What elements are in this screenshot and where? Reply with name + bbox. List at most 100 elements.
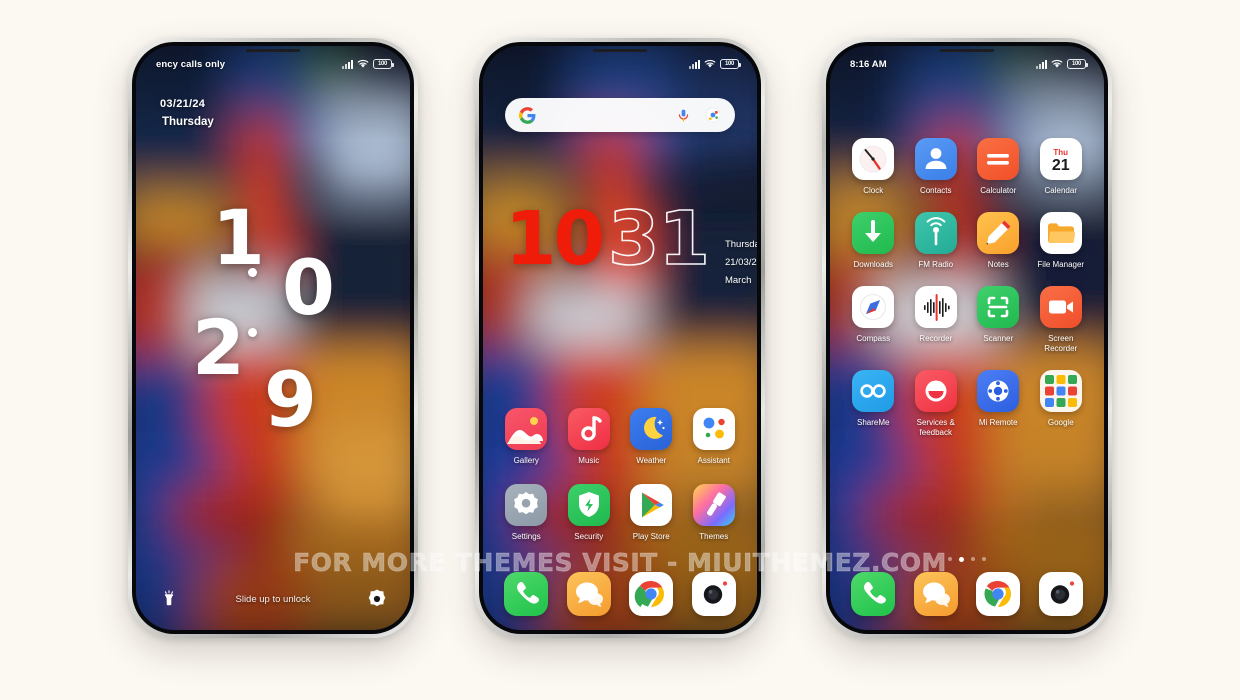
app-fm-radio[interactable]: FM Radio — [905, 212, 968, 270]
page-dot[interactable] — [982, 557, 986, 561]
phone-bezel: 100 10 31 Thursd 21/03/2 March Gallery M… — [479, 42, 761, 634]
phone-lock-screen: ency calls only 100 03/21/24 Thursday 1 … — [128, 38, 418, 638]
security-icon — [567, 484, 610, 526]
signal-icon — [1036, 59, 1047, 69]
app-notes[interactable]: Notes — [967, 212, 1030, 270]
google-search-bar[interactable] — [505, 98, 735, 132]
app-label: Music — [578, 456, 600, 465]
earpiece-speaker — [593, 49, 647, 52]
chrome-icon[interactable] — [976, 572, 1021, 616]
app-label: Screen Recorder — [1044, 334, 1078, 353]
app-label: Services & feedback — [916, 418, 955, 437]
app-downloads[interactable]: Downloads — [842, 212, 905, 270]
home-screen[interactable]: 100 10 31 Thursd 21/03/2 March Gallery M… — [483, 46, 757, 630]
app-label: Recorder — [919, 334, 953, 343]
scanner-icon — [977, 286, 1020, 328]
app-label: Clock — [863, 186, 884, 195]
page-dot[interactable] — [971, 557, 975, 561]
calendar-day-name: Thu — [1053, 148, 1069, 158]
app-label: Security — [574, 532, 604, 541]
app-recorder[interactable]: Recorder — [905, 286, 968, 354]
compass-icon — [852, 286, 895, 328]
play-store-icon — [630, 484, 673, 526]
camera-icon[interactable] — [691, 572, 736, 616]
drawer-app-grid: Clock Contacts Calculator Thu 21 Calenda… — [842, 138, 1092, 438]
app-compass[interactable]: Compass — [842, 286, 905, 354]
status-icons: 100 — [342, 59, 394, 69]
app-label: Google — [1047, 418, 1074, 427]
app-shareme[interactable]: ShareMe — [842, 370, 905, 438]
app-google-folder[interactable]: Google — [1030, 370, 1093, 438]
mi-remote-icon — [977, 370, 1020, 412]
page-dot-active[interactable] — [959, 557, 964, 562]
app-clock[interactable]: Clock — [842, 138, 905, 196]
shareme-icon — [852, 370, 895, 412]
home-wallpaper — [483, 46, 757, 630]
lock-clock: 1 0 2 9 — [136, 196, 410, 456]
app-contacts[interactable]: Contacts — [905, 138, 968, 196]
camera-icon[interactable] — [366, 588, 388, 610]
status-icons: 100 — [1036, 59, 1088, 69]
battery-icon: 100 — [373, 59, 394, 69]
app-label: Gallery — [513, 456, 539, 465]
app-services-feedback[interactable]: Services & feedback — [905, 370, 968, 438]
google-g-icon — [519, 106, 536, 124]
app-label: Play Store — [632, 532, 670, 541]
chrome-icon[interactable] — [629, 572, 674, 616]
battery-icon: 100 — [720, 59, 741, 69]
settings-icon — [505, 484, 548, 526]
clock-label: 8:16 AM — [850, 58, 887, 70]
clock-minutes: 31 — [607, 196, 711, 282]
battery-icon: 100 — [1067, 59, 1088, 69]
app-themes[interactable]: Themes — [683, 484, 746, 542]
app-calculator[interactable]: Calculator — [967, 138, 1030, 196]
clock-hours: 10 — [505, 196, 605, 282]
page-dot[interactable] — [948, 557, 952, 561]
app-file-manager[interactable]: File Manager — [1030, 212, 1093, 270]
signal-icon — [342, 59, 353, 69]
app-mi-remote[interactable]: Mi Remote — [967, 370, 1030, 438]
assistant-icon — [692, 408, 735, 450]
app-security[interactable]: Security — [558, 484, 621, 542]
app-gallery[interactable]: Gallery — [495, 408, 558, 466]
clock-minute-ones: 9 — [264, 355, 317, 444]
services-feedback-icon — [914, 370, 957, 412]
app-label: Mi Remote — [978, 418, 1018, 427]
home-app-grid: Gallery Music Weather Assistant Settings… — [495, 408, 745, 542]
home-dock — [495, 572, 745, 616]
app-music[interactable]: Music — [558, 408, 621, 466]
messages-icon[interactable] — [566, 572, 611, 616]
calendar-day-number: 21 — [1051, 157, 1070, 175]
wifi-icon — [704, 59, 716, 68]
clock-hour-ones: 0 — [282, 243, 335, 332]
clock-icon — [852, 138, 895, 180]
lock-bottom-bar: Slide up to unlock — [136, 582, 410, 616]
app-settings[interactable]: Settings — [495, 484, 558, 542]
clock-meta: Thursday 21/03/2024 March — [725, 236, 757, 290]
app-weather[interactable]: Weather — [620, 408, 683, 466]
app-drawer-screen[interactable]: 8:16 AM 100 Clock Contacts Calculator Th… — [830, 46, 1104, 630]
phone-icon[interactable] — [504, 572, 549, 616]
camera-icon[interactable] — [1038, 572, 1083, 616]
phone-icon[interactable] — [851, 572, 896, 616]
calculator-icon — [977, 138, 1020, 180]
music-icon — [567, 408, 610, 450]
phone-bezel: 8:16 AM 100 Clock Contacts Calculator Th… — [826, 42, 1108, 634]
google-lens-icon — [705, 107, 721, 123]
widget-date: 21/03/2024 — [724, 257, 757, 269]
widget-month: March — [724, 275, 752, 287]
messages-icon[interactable] — [913, 572, 958, 616]
app-play-store[interactable]: Play Store — [620, 484, 683, 542]
folder-icon — [1039, 212, 1082, 254]
themes-icon — [692, 484, 735, 526]
app-screen-recorder[interactable]: Screen Recorder — [1030, 286, 1093, 354]
fm-radio-icon — [914, 212, 957, 254]
microphone-icon — [678, 109, 689, 122]
lock-screen[interactable]: ency calls only 100 03/21/24 Thursday 1 … — [136, 46, 410, 630]
app-assistant[interactable]: Assistant — [683, 408, 746, 466]
app-calendar[interactable]: Thu 21 Calendar — [1030, 138, 1093, 196]
app-scanner[interactable]: Scanner — [967, 286, 1030, 354]
clock-colon — [248, 264, 258, 340]
page-indicator[interactable] — [830, 557, 1104, 562]
lock-date: 03/21/24 — [160, 98, 206, 110]
